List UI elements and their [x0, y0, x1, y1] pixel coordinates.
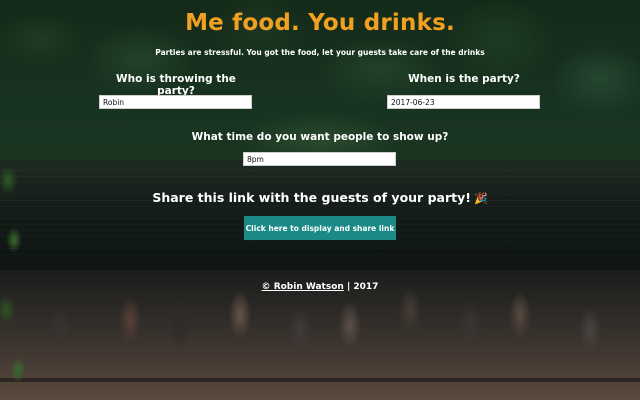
- time-label: What time do you want people to show up?: [191, 131, 449, 143]
- host-label: Who is throwing the party?: [116, 73, 236, 97]
- page-title: Me food. You drinks.: [185, 10, 455, 36]
- share-heading-text: Share this link with the guests of your …: [152, 190, 471, 205]
- author-name: Robin Watson: [273, 282, 344, 292]
- time-input[interactable]: [243, 152, 396, 166]
- date-input[interactable]: [387, 95, 540, 109]
- page-subtitle: Parties are stressful. You got the food,…: [155, 48, 485, 57]
- main-content: Me food. You drinks. Parties are stressf…: [0, 0, 640, 400]
- share-heading: Share this link with the guests of your …: [0, 190, 640, 205]
- footer: © Robin Watson | 2017: [0, 282, 640, 292]
- page: Me food. You drinks. Parties are stressf…: [0, 0, 640, 400]
- footer-year: 2017: [353, 282, 379, 292]
- share-link-button[interactable]: Click here to display and share link: [244, 216, 396, 240]
- date-label: When is the party?: [408, 73, 520, 85]
- copyright-symbol: ©: [261, 282, 271, 292]
- party-popper-icon: 🎉: [473, 192, 488, 205]
- author-link[interactable]: © Robin Watson: [262, 282, 344, 292]
- host-input[interactable]: [99, 95, 252, 109]
- footer-separator: |: [346, 282, 351, 292]
